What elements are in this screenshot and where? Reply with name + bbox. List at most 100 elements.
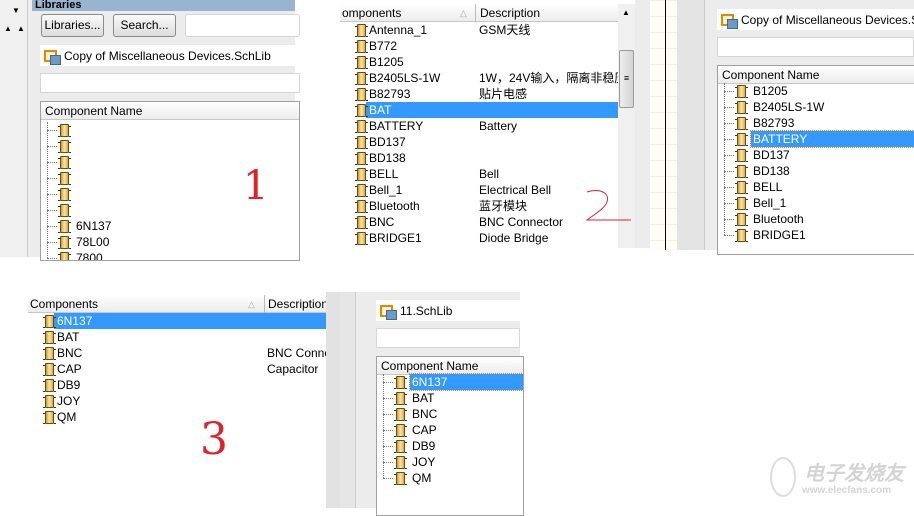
tree-line bbox=[383, 478, 393, 479]
libraries-button[interactable]: Libraries... bbox=[41, 14, 104, 37]
list-item[interactable] bbox=[74, 154, 78, 170]
list-item[interactable]: QM bbox=[410, 470, 433, 486]
tree-line bbox=[383, 382, 393, 383]
list-item[interactable] bbox=[74, 170, 78, 186]
tree-line bbox=[724, 91, 734, 92]
list-item[interactable]: B2405LS-1W bbox=[751, 99, 826, 115]
list-item[interactable] bbox=[74, 138, 78, 154]
component-icon bbox=[355, 232, 368, 245]
list-item[interactable]: B1205 bbox=[751, 83, 790, 99]
library-selector[interactable]: Copy of Miscellaneous Devices.SchLib bbox=[40, 45, 300, 66]
tree-line bbox=[47, 146, 57, 147]
column-header-component-name[interactable]: Component Name bbox=[718, 66, 914, 84]
tree-line bbox=[47, 162, 57, 163]
library-name: Copy of Miscellaneous Devices.SchLib bbox=[741, 12, 914, 27]
component-icon bbox=[735, 85, 748, 98]
column-header-component-name[interactable]: Component Name bbox=[377, 357, 523, 375]
tree-line bbox=[383, 414, 393, 415]
side-strip: ▲ ▲ ▼ bbox=[0, 0, 28, 257]
component-description: Capacitor bbox=[267, 362, 319, 376]
search-button[interactable]: Search... bbox=[113, 14, 176, 37]
component-description: 1W，24V输入，隔离非稳压 bbox=[479, 71, 618, 85]
list-header: Components △ Description bbox=[28, 295, 326, 313]
list-item[interactable]: JOY bbox=[410, 454, 437, 470]
list-item[interactable]: Bell_1 bbox=[751, 195, 788, 211]
component-name: DB9 bbox=[57, 378, 81, 392]
list-item[interactable]: 78L00 bbox=[74, 234, 111, 250]
filter-input[interactable] bbox=[40, 73, 300, 93]
component-icon bbox=[355, 24, 368, 37]
component-icon bbox=[58, 236, 71, 249]
list-item[interactable] bbox=[74, 202, 78, 218]
list-item[interactable]: 7800 bbox=[74, 250, 105, 260]
search-field[interactable] bbox=[185, 14, 300, 37]
sort-ascending-icon: △ bbox=[460, 8, 467, 18]
list-item[interactable]: DB9 bbox=[410, 438, 437, 454]
list-item[interactable]: CAP bbox=[410, 422, 439, 438]
chevron-down-icon[interactable]: ▼ bbox=[12, 6, 20, 15]
library-name: 11.SchLib bbox=[400, 303, 453, 318]
column-header-component-name[interactable]: Component Name bbox=[41, 102, 299, 120]
component-description: BNC Connector bbox=[479, 215, 564, 229]
list-item[interactable]: BNC bbox=[410, 406, 439, 422]
filter-input[interactable] bbox=[717, 37, 914, 57]
component-icon bbox=[735, 101, 748, 114]
component-name: BRIDGE1 bbox=[369, 231, 422, 245]
library-selector[interactable]: 11.SchLib bbox=[376, 300, 520, 321]
component-description: BNC Connector bbox=[267, 346, 326, 360]
scroll-up-icon[interactable]: ▲ bbox=[622, 8, 630, 17]
scrollbar-thumb[interactable]: ≡ bbox=[619, 50, 634, 108]
tree-line bbox=[47, 122, 48, 258]
component-name: JOY bbox=[57, 394, 81, 408]
component-description: Diode Bridge bbox=[479, 231, 549, 245]
component-icon bbox=[43, 315, 56, 328]
list-item[interactable]: 6N137 bbox=[409, 373, 523, 391]
list-item[interactable]: BELL bbox=[751, 179, 784, 195]
component-name: BATTERY bbox=[369, 119, 424, 133]
tree-line bbox=[383, 462, 393, 463]
panel-title-bar: Libraries bbox=[32, 0, 295, 11]
component-icon bbox=[735, 149, 748, 162]
filter-input[interactable] bbox=[376, 328, 520, 348]
column-header-description[interactable]: Description bbox=[475, 4, 625, 22]
tree-line bbox=[47, 194, 57, 195]
panel1: ▲ ▲ ▼ Libraries Libraries... Search... C… bbox=[0, 0, 300, 261]
component-icon bbox=[355, 40, 368, 53]
list-item[interactable]: BD137 bbox=[751, 147, 792, 163]
side-strip bbox=[326, 292, 340, 508]
component-list: Component Name B1205 B2405LS-1W B82793 BATT… bbox=[717, 65, 914, 255]
annotation-1: 1 bbox=[243, 163, 269, 209]
sort-ascending-icon: △ bbox=[248, 299, 255, 309]
list-item[interactable] bbox=[74, 186, 78, 202]
chevron-up-icon[interactable]: ▲ bbox=[17, 24, 25, 33]
library-selector[interactable]: Copy of Miscellaneous Devices.SchLib bbox=[717, 9, 914, 30]
list-item[interactable]: Bluetooth bbox=[751, 211, 806, 227]
column-header-description[interactable]: Description bbox=[264, 295, 326, 313]
table-row[interactable] bbox=[366, 102, 618, 118]
component-icon bbox=[58, 204, 71, 217]
component-icon bbox=[355, 152, 368, 165]
column-header-components[interactable]: omponents bbox=[342, 4, 401, 22]
tree-line bbox=[724, 203, 734, 204]
tree-line bbox=[724, 235, 734, 236]
list-item[interactable]: BAT bbox=[410, 390, 436, 406]
table-row[interactable] bbox=[54, 313, 326, 329]
component-icon bbox=[735, 165, 748, 178]
scroll-up-icon[interactable]: ▲ bbox=[4, 24, 12, 33]
list-item[interactable]: B82793 bbox=[751, 115, 796, 131]
tree-line bbox=[383, 430, 393, 431]
list-item[interactable]: 6N137 bbox=[74, 218, 113, 234]
component-name: BNC bbox=[57, 346, 83, 360]
tree-line bbox=[724, 123, 734, 124]
list-item[interactable]: BD138 bbox=[751, 163, 792, 179]
column-header-components[interactable]: Components bbox=[30, 295, 98, 313]
tree-line bbox=[724, 171, 734, 172]
tree-line bbox=[724, 219, 734, 220]
component-icon bbox=[355, 200, 368, 213]
list-item[interactable] bbox=[74, 122, 78, 138]
tree-line bbox=[724, 83, 725, 235]
panel5: 11.SchLib Component Name 6N137 BAT BNC CAP D… bbox=[340, 292, 524, 516]
list-item[interactable]: BRIDGE1 bbox=[751, 227, 808, 243]
list-item[interactable]: BATTERY bbox=[750, 130, 914, 148]
component-icon bbox=[43, 363, 56, 376]
